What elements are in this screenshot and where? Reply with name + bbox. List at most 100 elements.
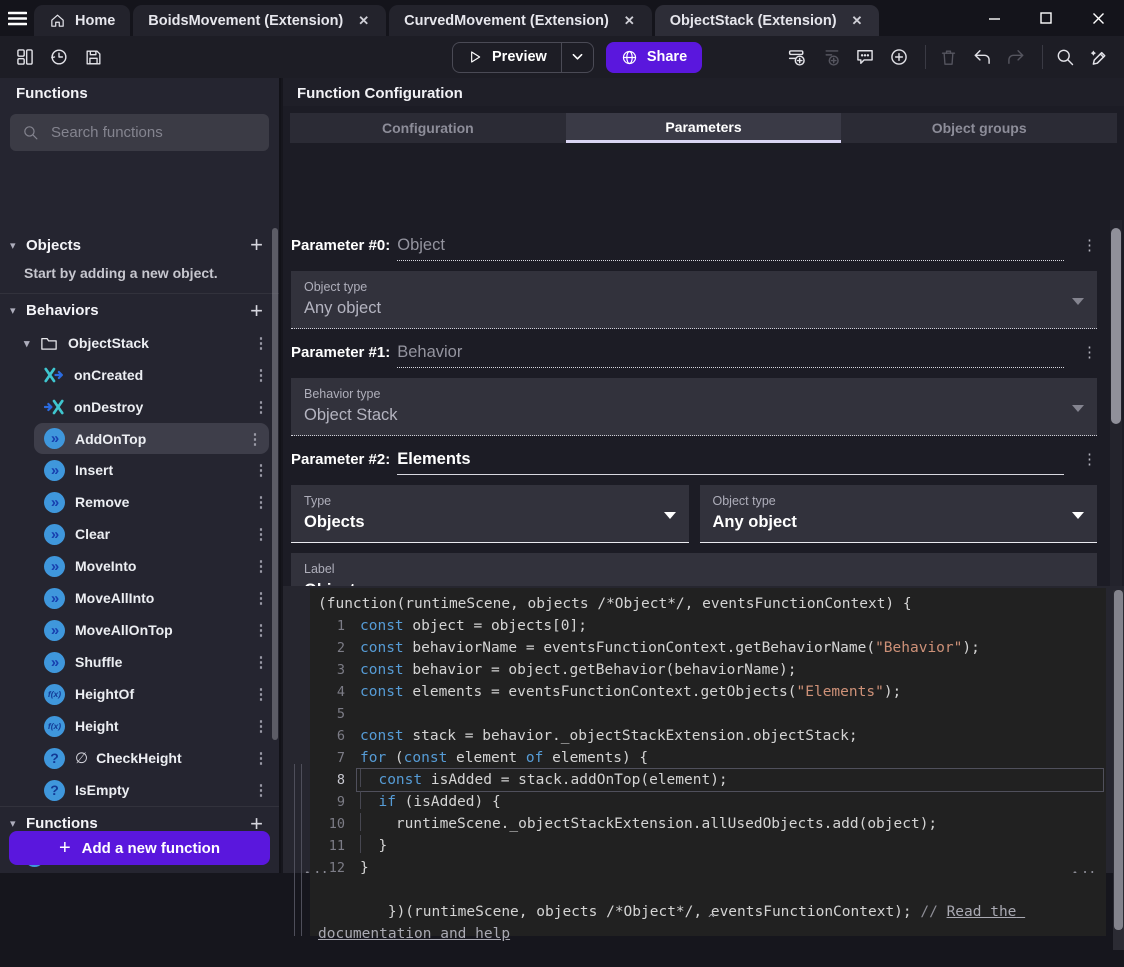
- share-button[interactable]: Share: [605, 41, 703, 73]
- code-scrollbar-thumb[interactable]: [1114, 590, 1123, 930]
- function-row-oncreated[interactable]: onCreated ⋮: [0, 359, 279, 391]
- code-line-6[interactable]: 6 const stack = behavior._objectStackExte…: [310, 725, 1106, 747]
- row-menu-icon[interactable]: ⋮: [253, 685, 269, 703]
- function-row-isempty[interactable]: ? IsEmpty ⋮: [0, 774, 279, 806]
- section-header-behaviors[interactable]: ▾ Behaviors +: [0, 293, 279, 327]
- javascript-code-editor[interactable]: (function(runtimeScene, objects /*Object…: [310, 588, 1106, 942]
- maximize-button[interactable]: [1020, 0, 1072, 36]
- row-menu-icon[interactable]: ⋮: [253, 749, 269, 767]
- parameters-scrollbar-thumb[interactable]: [1111, 228, 1121, 424]
- row-menu-icon[interactable]: ⋮: [253, 334, 269, 352]
- preview-dropdown-button[interactable]: [562, 43, 593, 72]
- main-menu-button[interactable]: [0, 0, 34, 36]
- row-menu-icon[interactable]: ⋮: [253, 366, 269, 384]
- trash-icon[interactable]: [933, 42, 963, 72]
- code-line-4[interactable]: 4 const elements = eventsFunctionContext.…: [310, 681, 1106, 703]
- code-line-9[interactable]: 9 if (isAdded) {: [310, 791, 1106, 813]
- code-line-1[interactable]: 1 const object = objects[0];: [310, 615, 1106, 637]
- search-functions-box[interactable]: [10, 114, 269, 151]
- code-line-8[interactable]: 8 const isAdded = stack.addOnTop(element…: [310, 768, 1106, 792]
- row-menu-icon[interactable]: ⋮: [253, 461, 269, 479]
- function-row-moveallinto[interactable]: » MoveAllInto ⋮: [0, 582, 279, 614]
- code-line-11[interactable]: 11 }: [310, 835, 1106, 857]
- add-comment-icon[interactable]: [850, 42, 880, 72]
- sidebar-scrollbar[interactable]: [272, 228, 278, 740]
- parameter-1-menu-icon[interactable]: ⋮: [1082, 343, 1097, 361]
- parameters-scrollbar-track[interactable]: [1110, 220, 1122, 586]
- chevron-down-icon[interactable]: ▾: [24, 337, 40, 350]
- search-functions-input[interactable]: [49, 123, 257, 142]
- row-menu-icon[interactable]: ⋮: [253, 653, 269, 671]
- add-event-icon[interactable]: [782, 42, 812, 72]
- chevron-down-icon[interactable]: ▾: [10, 239, 26, 252]
- preview-button[interactable]: Preview: [452, 41, 594, 73]
- function-row-moveinto[interactable]: » MoveInto ⋮: [0, 550, 279, 582]
- code-line-2[interactable]: 2 const behaviorName = eventsFunctionCont…: [310, 637, 1106, 659]
- code-line-10[interactable]: 10 runtimeScene._objectStackExtension.al…: [310, 813, 1106, 835]
- function-row-checkheight[interactable]: ? ∅ CheckHeight ⋮: [0, 742, 279, 774]
- row-menu-icon[interactable]: ⋮: [253, 398, 269, 416]
- tab-configuration[interactable]: Configuration: [290, 113, 566, 143]
- add-icon[interactable]: +: [246, 299, 267, 322]
- add-circle-icon[interactable]: [884, 42, 914, 72]
- tab-object-groups[interactable]: Object groups: [841, 113, 1117, 143]
- titlebar-tab-curvedmovement[interactable]: CurvedMovement (Extension) ✕: [389, 5, 652, 36]
- redo-icon[interactable]: [1001, 42, 1031, 72]
- edit-icon[interactable]: [1084, 42, 1114, 72]
- close-tab-icon[interactable]: ✕: [356, 13, 371, 29]
- function-row-clear[interactable]: » Clear ⋮: [0, 518, 279, 550]
- code-line-7[interactable]: 7 for (const element of elements) {: [310, 747, 1106, 769]
- titlebar-tab-boidsmovement[interactable]: BoidsMovement (Extension) ✕: [133, 5, 387, 36]
- titlebar-tab-objectstack[interactable]: ObjectStack (Extension) ✕: [654, 5, 880, 36]
- function-row-remove[interactable]: » Remove ⋮: [0, 486, 279, 518]
- close-tab-icon[interactable]: ✕: [622, 13, 637, 29]
- chevron-down-icon[interactable]: ▾: [10, 304, 26, 317]
- row-menu-icon[interactable]: ⋮: [253, 493, 269, 511]
- row-menu-icon[interactable]: ⋮: [253, 557, 269, 575]
- parameter-0-object-type-select[interactable]: Object type Any object: [291, 271, 1097, 329]
- panels-icon[interactable]: [10, 42, 40, 72]
- close-button[interactable]: [1072, 0, 1124, 36]
- close-tab-icon[interactable]: ✕: [850, 13, 865, 29]
- function-row-addontop[interactable]: » AddOnTop ⋮: [34, 423, 269, 454]
- row-menu-icon[interactable]: ⋮: [253, 525, 269, 543]
- folder-row-objectstack[interactable]: ▾ ObjectStack ⋮: [0, 327, 279, 359]
- parameter-2-name-input[interactable]: Elements: [397, 450, 1064, 475]
- chevron-down-icon[interactable]: ▾: [10, 817, 26, 830]
- parameter-2-object-type-select[interactable]: Object type Any object: [699, 485, 1097, 543]
- parameter-0-name-input[interactable]: Object: [397, 236, 1064, 261]
- parameter-0-menu-icon[interactable]: ⋮: [1082, 236, 1097, 254]
- function-row-moveallontop[interactable]: » MoveAllOnTop ⋮: [0, 614, 279, 646]
- row-menu-icon[interactable]: ⋮: [253, 589, 269, 607]
- tab-parameters[interactable]: Parameters: [565, 113, 842, 143]
- titlebar-tab-home[interactable]: Home: [34, 5, 131, 36]
- parameter-2-menu-icon[interactable]: ⋮: [1082, 450, 1097, 468]
- parameter-1-name-input[interactable]: Behavior: [397, 343, 1064, 368]
- code-line-3[interactable]: 3 const behavior = object.getBehavior(beh…: [310, 659, 1106, 681]
- function-row-insert[interactable]: » Insert ⋮: [0, 454, 279, 486]
- editor-resize-caret[interactable]: ^: [708, 908, 715, 930]
- code-scrollbar-track[interactable]: [1113, 590, 1124, 950]
- function-row-ondestroy[interactable]: onDestroy ⋮: [0, 391, 279, 423]
- section-header-objects[interactable]: ▾ Objects +: [0, 228, 279, 262]
- add-new-function-button[interactable]: + Add a new function: [9, 831, 270, 865]
- function-row-heightof[interactable]: f(x) HeightOf ⋮: [0, 678, 279, 710]
- undo-icon[interactable]: [967, 42, 997, 72]
- function-row-shuffle[interactable]: » Shuffle ⋮: [0, 646, 279, 678]
- row-menu-icon[interactable]: ⋮: [253, 621, 269, 639]
- add-icon[interactable]: +: [246, 234, 267, 256]
- parameter-1-behavior-type-select[interactable]: Behavior type Object Stack: [291, 378, 1097, 436]
- code-line-5[interactable]: 5: [310, 703, 1106, 725]
- behavior-action-icon: »: [44, 459, 65, 481]
- add-subevent-icon[interactable]: [816, 42, 846, 72]
- row-menu-icon[interactable]: ⋮: [253, 717, 269, 735]
- save-icon[interactable]: [78, 42, 108, 72]
- globe-icon: [621, 49, 638, 66]
- search-icon[interactable]: [1050, 42, 1080, 72]
- parameter-2-type-select[interactable]: Type Objects: [291, 485, 689, 543]
- row-menu-icon[interactable]: ⋮: [247, 430, 263, 448]
- minimize-button[interactable]: [968, 0, 1020, 36]
- function-row-height[interactable]: f(x) Height ⋮: [0, 710, 279, 742]
- row-menu-icon[interactable]: ⋮: [253, 781, 269, 799]
- history-icon[interactable]: [44, 42, 74, 72]
